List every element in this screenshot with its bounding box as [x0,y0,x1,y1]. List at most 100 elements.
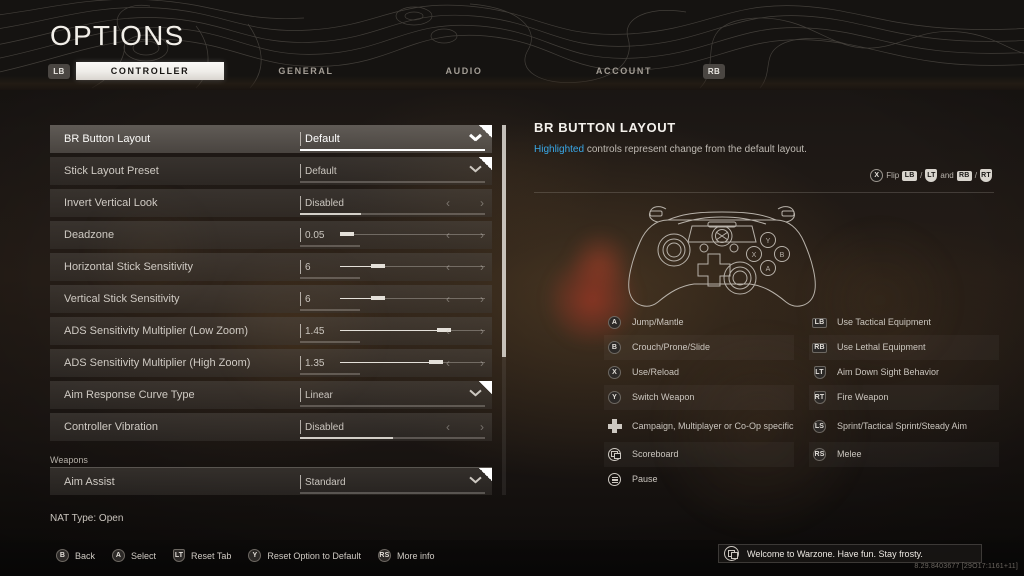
lb-button-icon: LB [812,317,827,328]
flip-hint-label: Flip [886,171,900,180]
setting-row-deadzone[interactable]: Deadzone 0.05 ‹ › [50,221,492,249]
binding-row: RT Fire Weapon [809,385,999,410]
lt-trigger-icon: LT [925,169,938,182]
rt-button-icon: RT [811,391,828,404]
footer-action-back[interactable]: B Back [56,549,95,562]
settings-scrollbar-thumb[interactable] [502,125,506,357]
chevron-left-icon: ‹ [446,324,450,338]
stepper-arrows[interactable]: ‹ › [446,421,484,433]
tab-audio[interactable]: AUDIO [430,62,498,80]
setting-row-vertical-stick-sensitivity[interactable]: Vertical Stick Sensitivity 6 ‹ › [50,285,492,313]
binding-row: RB Use Lethal Equipment [809,335,999,360]
value-underline [300,373,360,375]
tab-account[interactable]: ACCOUNT [588,62,660,80]
value-underline [300,149,485,151]
binding-row: LT Aim Down Sight Behavior [809,360,999,385]
stepper-arrows[interactable]: ‹ › [446,325,484,337]
lt-button-icon: LT [173,549,186,562]
footer-action-label: Back [75,550,96,561]
footer-action-more-info[interactable]: RS More info [377,549,435,562]
chevron-right-icon: › [480,228,484,242]
binding-label: Crouch/Prone/Slide [632,342,711,352]
detail-description-highlight: Highlighted [534,144,585,155]
bumper-rb-icon[interactable]: RB [703,64,725,79]
value-tick [300,324,301,338]
view-button-icon [608,448,621,461]
binding-label: Scoreboard [632,449,679,459]
stepper-arrows[interactable]: ‹ › [446,357,484,369]
chevron-down-icon[interactable] [470,133,482,145]
slider-knob[interactable] [428,360,443,364]
binding-label: Aim Down Sight Behavior [837,367,940,377]
tab-general[interactable]: GENERAL [268,62,344,80]
setting-label: ADS Sensitivity Multiplier (High Zoom) [64,357,251,369]
footer-action-reset-option-to-default[interactable]: Y Reset Option to Default [248,549,361,562]
setting-row-horizontal-stick-sensitivity[interactable]: Horizontal Stick Sensitivity 6 ‹ › [50,253,492,281]
binding-label: Campaign, Multiplayer or Co-Op specific [632,420,794,431]
setting-row-aim-assist[interactable]: Aim Assist Standard [50,468,492,495]
stepper-arrows[interactable]: ‹ › [446,197,484,209]
rt-trigger-icon: RT [980,169,992,182]
chevron-left-icon: ‹ [446,356,450,370]
binding-label: Melee [837,449,862,459]
tab-controller[interactable]: CONTROLLER [76,62,224,80]
rb-button-icon: RB [811,342,828,353]
binding-column-right: LB Use Tactical Equipment RB Use Lethal … [809,310,999,467]
flip-hint[interactable]: X Flip LB / LT and RB / RT [870,169,992,182]
slider-knob[interactable] [340,232,355,236]
value-underline-fill [300,213,362,215]
chevron-down-icon[interactable] [470,165,482,177]
value-underline-fill [300,437,393,439]
y-button-icon: Y [248,549,262,562]
slider-filled [340,330,439,331]
x-button-icon: X [870,169,884,182]
footer-action-label: More info [396,550,435,561]
value-tick [300,356,301,370]
stepper-arrows[interactable]: ‹ › [446,229,484,241]
nat-type-status: NAT Type: Open [50,513,124,524]
value-underline [300,405,485,407]
slider-knob[interactable] [370,296,385,300]
slider-filled [340,266,372,267]
setting-value: Default [305,165,337,177]
setting-value: Disabled [305,421,344,433]
value-tick [300,196,301,210]
footer-action-select[interactable]: A Select [112,549,156,562]
dpad-icon [607,419,622,433]
settings-list[interactable]: BR Button Layout Default Stick Layout Pr… [50,125,500,495]
rs-button-icon: RS [811,448,828,461]
svg-text:B: B [780,252,785,259]
settings-scrollbar-track[interactable] [502,125,506,495]
chevron-down-icon[interactable] [470,389,482,401]
setting-row-br-button-layout[interactable]: BR Button Layout Default [50,125,492,153]
detail-title: BR BUTTON LAYOUT [534,120,676,135]
bumper-lb-icon[interactable]: LB [48,64,70,79]
chevron-left-icon: ‹ [446,228,450,242]
setting-row-controller-vibration[interactable]: Controller Vibration Disabled ‹ › [50,413,492,441]
setting-row-stick-layout-preset[interactable]: Stick Layout Preset Default [50,157,492,185]
setting-row-invert-vertical-look[interactable]: Invert Vertical Look Disabled ‹ › [50,189,492,217]
section-header-weapons: Weapons [50,446,492,468]
setting-row-ads-sensitivity-multiplier-high-zoom[interactable]: ADS Sensitivity Multiplier (High Zoom) 1… [50,349,492,377]
footer-action-label: Reset Tab [191,550,232,561]
footer-action-label: Select [131,550,157,561]
rb-button-icon: RB [812,342,827,353]
chevron-down-icon[interactable] [470,476,482,488]
slider-knob[interactable] [370,264,385,268]
setting-row-aim-response-curve-type[interactable]: Aim Response Curve Type Linear [50,381,492,409]
b-button-icon: B [608,341,621,354]
setting-label: Controller Vibration [64,421,158,433]
footer-action-reset-tab[interactable]: LT Reset Tab [173,549,231,562]
stepper-arrows[interactable]: ‹ › [446,293,484,305]
setting-row-ads-sensitivity-multiplier-low-zoom[interactable]: ADS Sensitivity Multiplier (Low Zoom) 1.… [50,317,492,345]
lb-button-icon: LB [811,317,828,328]
a-button-icon: A [606,316,623,329]
stepper-arrows[interactable]: ‹ › [446,261,484,273]
binding-label: Fire Weapon [837,392,889,402]
b-button-icon: B [56,549,69,562]
chevron-right-icon: › [480,420,484,434]
chevron-left-icon: ‹ [446,196,450,210]
build-version: 8.29.8403677 [29O17:1161+11] [914,563,1018,570]
menu-button-icon [606,473,623,486]
chevron-right-icon: › [480,260,484,274]
